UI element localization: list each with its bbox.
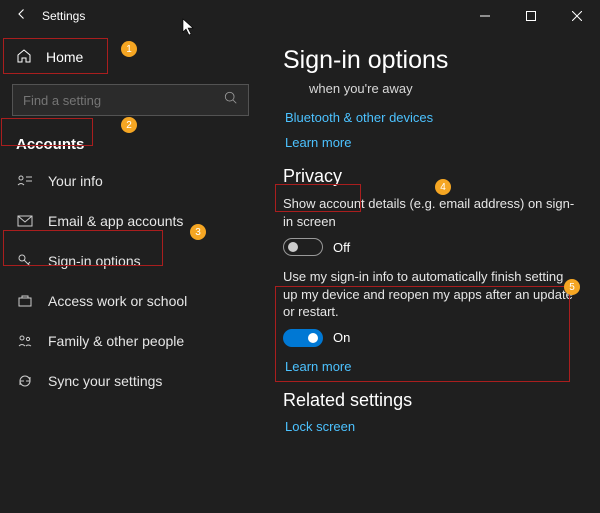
related-header: Related settings — [283, 390, 578, 411]
sidebar-item-signin-options[interactable]: Sign-in options — [0, 241, 261, 281]
sidebar: Home Accounts Your info — [0, 32, 261, 513]
key-icon — [16, 253, 34, 269]
sync-icon — [16, 373, 34, 389]
bluetooth-link[interactable]: Bluetooth & other devices — [283, 110, 578, 125]
auto-signin-desc: Use my sign-in info to automatically fin… — [283, 268, 578, 321]
back-icon[interactable] — [16, 7, 28, 25]
content-panel: Sign-in options when you're away Bluetoo… — [261, 32, 600, 513]
sidebar-item-work-school[interactable]: Access work or school — [0, 281, 261, 321]
minimize-button[interactable] — [462, 0, 508, 32]
auto-signin-toggle[interactable] — [283, 329, 323, 347]
sidebar-item-label: Access work or school — [48, 293, 187, 309]
search-input[interactable] — [23, 93, 224, 108]
sidebar-item-email-accounts[interactable]: Email & app accounts — [0, 201, 261, 241]
sidebar-item-sync[interactable]: Sync your settings — [0, 361, 261, 401]
briefcase-icon — [16, 293, 34, 309]
learn-more-link-2[interactable]: Learn more — [283, 359, 578, 374]
sidebar-item-label: Family & other people — [48, 333, 184, 349]
sidebar-item-family[interactable]: Family & other people — [0, 321, 261, 361]
privacy-header: Privacy — [283, 166, 578, 187]
home-button[interactable]: Home — [0, 38, 261, 76]
close-button[interactable] — [554, 0, 600, 32]
titlebar: Settings — [0, 0, 600, 32]
privacy-toggle[interactable] — [283, 238, 323, 256]
learn-more-link[interactable]: Learn more — [283, 135, 578, 150]
lock-screen-link[interactable]: Lock screen — [283, 419, 578, 434]
maximize-button[interactable] — [508, 0, 554, 32]
mail-icon — [16, 213, 34, 229]
away-snippet: when you're away — [283, 81, 578, 96]
sidebar-item-label: Email & app accounts — [48, 213, 183, 229]
search-icon — [224, 91, 238, 110]
person-icon — [16, 173, 34, 189]
sidebar-item-label: Sign-in options — [48, 253, 141, 269]
toggle-off-label: Off — [333, 240, 350, 255]
toggle-on-label: On — [333, 330, 350, 345]
privacy-desc: Show account details (e.g. email address… — [283, 195, 578, 230]
people-icon — [16, 333, 34, 349]
search-box[interactable] — [12, 84, 249, 116]
sidebar-item-your-info[interactable]: Your info — [0, 161, 261, 201]
home-label: Home — [46, 49, 83, 65]
home-icon — [16, 48, 32, 67]
sidebar-section-accounts: Accounts — [0, 128, 261, 161]
page-title: Sign-in options — [283, 46, 578, 75]
sidebar-item-label: Sync your settings — [48, 373, 162, 389]
sidebar-item-label: Your info — [48, 173, 103, 189]
app-title: Settings — [42, 9, 85, 23]
